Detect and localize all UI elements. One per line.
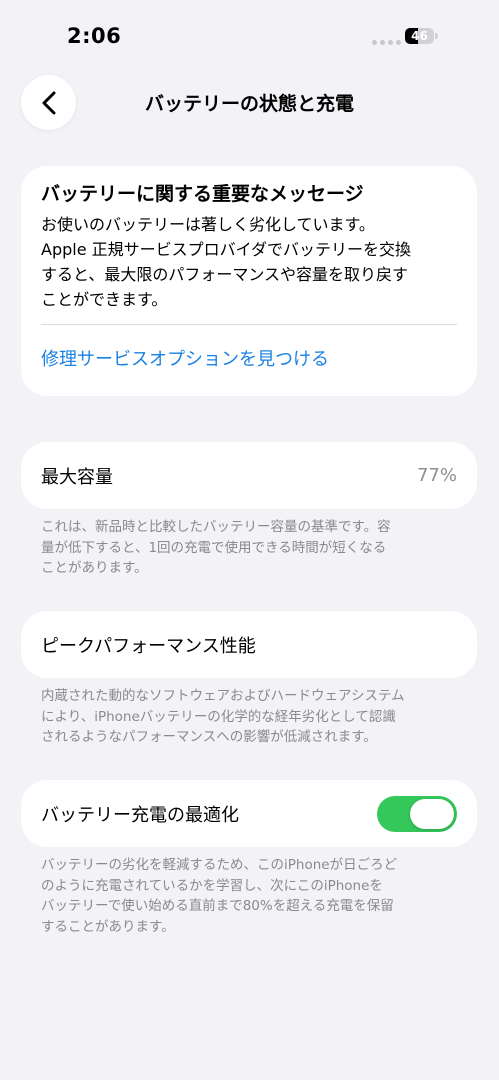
optimized-charging-label: バッテリー充電の最適化: [41, 804, 239, 826]
page-title: バッテリーの状態と充電: [144, 93, 354, 115]
optimized-charging-row: バッテリー充電の最適化: [21, 780, 477, 847]
message-body: お使いのバッテリーは著しく劣化しています。 Apple 正規サービスプロバイダで…: [41, 215, 411, 309]
maximum-capacity-row: 最大容量 77%: [21, 442, 477, 509]
peak-performance-footnote: 内蔵された動的なソフトウェアおよびハードウェアシステム により、iPhoneバッ…: [41, 688, 405, 745]
optimized-charging-footnote: バッテリーの劣化を軽減するため、このiPhoneが日ごろど のように充電されてい…: [41, 857, 398, 935]
maximum-capacity-value: 77%: [416, 465, 457, 486]
toggle-knob: [410, 798, 454, 829]
maximum-capacity-footnote: これは、新品時と比較したバッテリー容量の基準です。容 量が低下すると、1回の充電…: [41, 519, 391, 576]
peak-performance-label: ピークパフォーマンス性能: [41, 635, 256, 657]
battery-message-card: バッテリーに関する重要なメッセージ お使いのバッテリーは著しく劣化しています。 …: [21, 166, 477, 396]
back-button[interactable]: [21, 75, 76, 130]
maximum-capacity-label: 最大容量: [41, 466, 113, 488]
battery-icon: 46: [405, 28, 434, 44]
cellular-signal-icon: [372, 40, 401, 45]
optimized-charging-toggle[interactable]: [377, 795, 457, 832]
status-time: 2:06: [67, 24, 122, 48]
find-service-options-link[interactable]: 修理サービスオプションを見つける: [41, 345, 457, 371]
battery-cap: [435, 33, 438, 39]
battery-level: 46: [411, 29, 428, 43]
peak-performance-row: ピークパフォーマンス性能: [21, 611, 477, 678]
chevron-left-icon: [42, 91, 55, 114]
status-bar: 2:06 46: [0, 0, 499, 70]
message-title: バッテリーに関する重要なメッセージ: [41, 183, 364, 205]
divider: [41, 324, 457, 325]
